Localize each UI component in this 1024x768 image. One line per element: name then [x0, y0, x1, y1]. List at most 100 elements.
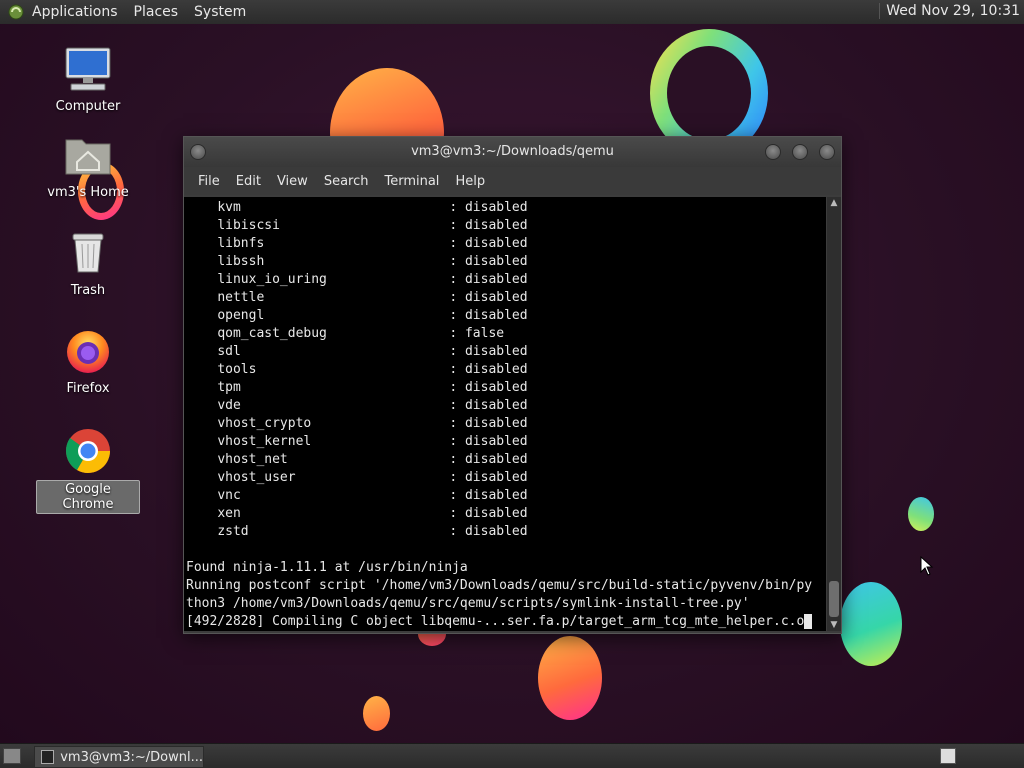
clock[interactable]: Wed Nov 29, 10:31	[879, 3, 1020, 19]
menu-help[interactable]: Help	[455, 174, 485, 189]
computer-icon	[65, 47, 111, 91]
option-value: disabled	[464, 236, 528, 251]
bottom-panel: vm3@vm3:~/Downl...	[0, 743, 1024, 768]
trash-icon	[72, 233, 104, 273]
terminal-line: vhost_crypto: disabled	[217, 416, 528, 431]
terminal-line: linux_io_uring: disabled	[217, 272, 528, 287]
close-button[interactable]	[819, 144, 835, 160]
option-name: libnfs	[217, 236, 265, 251]
terminal-line: vhost_net: disabled	[217, 452, 528, 467]
desktop-icon-home[interactable]: vm3's Home	[36, 130, 140, 201]
option-value: disabled	[464, 362, 528, 377]
home-folder-icon	[65, 139, 111, 175]
window-titlebar[interactable]: vm3@vm3:~/Downloads/qemu	[184, 137, 841, 167]
applications-menu[interactable]: Applications	[32, 4, 118, 20]
terminal-line: kvm: disabled	[217, 200, 528, 215]
decorative-orange-blob-tiny	[363, 696, 390, 731]
option-value: disabled	[464, 380, 528, 395]
option-value: disabled	[464, 398, 528, 413]
taskbar-terminal-button[interactable]: vm3@vm3:~/Downl...	[34, 746, 204, 768]
option-name: vde	[217, 398, 241, 413]
option-value: disabled	[464, 470, 528, 485]
option-name: vhost_user	[217, 470, 296, 485]
terminal-last-line: [492/2828] Compiling C object libqemu-..…	[184, 613, 826, 631]
chrome-icon	[65, 429, 110, 473]
option-name: qom_cast_debug	[217, 326, 327, 341]
terminal-line: libssh: disabled	[217, 254, 528, 269]
desktop-icon-label: Computer	[55, 99, 121, 114]
terminal-line: Found ninja-1.11.1 at /usr/bin/ninja	[186, 560, 468, 575]
menu-search[interactable]: Search	[324, 174, 369, 189]
desktop-icon-label: Trash	[70, 283, 106, 298]
option-value: disabled	[464, 218, 528, 233]
terminal-line: tpm: disabled	[217, 380, 528, 395]
terminal-line: libiscsi: disabled	[217, 218, 528, 233]
terminal-line: libnfs: disabled	[217, 236, 528, 251]
top-panel: Applications Places System Wed Nov 29, 1…	[0, 0, 1024, 25]
option-value: disabled	[464, 254, 528, 269]
option-value: disabled	[464, 488, 528, 503]
show-desktop-button[interactable]	[3, 748, 21, 764]
scrollbar-thumb[interactable]	[829, 581, 839, 617]
terminal-window[interactable]: vm3@vm3:~/Downloads/qemu File Edit View …	[183, 136, 842, 634]
minimize-button[interactable]	[765, 144, 781, 160]
terminal-line: xen: disabled	[217, 506, 528, 521]
desktop-icon-firefox[interactable]: Firefox	[36, 326, 140, 397]
scroll-up-arrow-icon[interactable]: ▲	[829, 198, 839, 208]
option-value: disabled	[464, 416, 528, 431]
option-value: disabled	[464, 290, 528, 305]
option-name: libiscsi	[217, 218, 280, 233]
terminal-line: tools: disabled	[217, 362, 528, 377]
decorative-orange-blob-bottom	[538, 636, 602, 720]
option-name: vhost_kernel	[217, 434, 312, 449]
decorative-blue-blob	[840, 582, 902, 666]
menu-file[interactable]: File	[198, 174, 220, 189]
window-menu-button[interactable]	[190, 144, 206, 160]
option-value: disabled	[464, 308, 528, 323]
workspace-switcher[interactable]	[940, 748, 956, 764]
terminal-line: vnc: disabled	[217, 488, 528, 503]
option-name: nettle	[217, 290, 265, 305]
option-name: sdl	[217, 344, 241, 359]
desktop-icon-trash[interactable]: Trash	[36, 228, 140, 299]
option-value: disabled	[464, 344, 528, 359]
terminal-menubar: File Edit View Search Terminal Help	[184, 167, 841, 195]
option-value: disabled	[464, 200, 528, 215]
terminal-line: vhost_kernel: disabled	[217, 434, 528, 449]
terminal-line: opengl: disabled	[217, 308, 528, 323]
terminal-icon	[41, 750, 55, 764]
terminal-output[interactable]: kvm: disabled libiscsi: disabled libnfs:…	[184, 197, 826, 631]
option-value: disabled	[464, 272, 528, 287]
option-name: linux_io_uring	[217, 272, 327, 287]
option-value: disabled	[464, 434, 528, 449]
option-name: kvm	[217, 200, 241, 215]
menu-edit[interactable]: Edit	[236, 174, 261, 189]
terminal-scrollbar[interactable]: ▲ ▼	[827, 197, 841, 631]
option-name: opengl	[217, 308, 265, 323]
desktop-icon-chrome[interactable]: Google Chrome	[36, 426, 140, 514]
option-value: false	[464, 326, 505, 341]
firefox-icon	[67, 331, 109, 373]
terminal-line: nettle: disabled	[217, 290, 528, 305]
option-name: vhost_net	[217, 452, 288, 467]
places-menu[interactable]: Places	[134, 4, 179, 20]
build-progress-text: [492/2828] Compiling C object libqemu-..…	[186, 614, 805, 629]
system-menu[interactable]: System	[194, 4, 246, 20]
mouse-pointer-icon	[920, 556, 934, 576]
desktop-icon-label: Google Chrome	[36, 480, 140, 514]
distro-logo-icon[interactable]	[8, 4, 24, 20]
option-name: libssh	[217, 254, 265, 269]
menu-view[interactable]: View	[277, 174, 308, 189]
desktop-icon-label: vm3's Home	[47, 185, 129, 200]
maximize-button[interactable]	[792, 144, 808, 160]
terminal-line: zstd: disabled	[217, 524, 528, 539]
scroll-down-arrow-icon[interactable]: ▼	[829, 620, 839, 630]
option-name: vhost_crypto	[217, 416, 312, 431]
desktop-icon-computer[interactable]: Computer	[36, 44, 140, 115]
option-name: tpm	[217, 380, 241, 395]
terminal-line: qom_cast_debug: false	[217, 326, 505, 341]
option-value: disabled	[464, 452, 528, 467]
terminal-line: sdl: disabled	[217, 344, 528, 359]
menu-terminal[interactable]: Terminal	[384, 174, 439, 189]
